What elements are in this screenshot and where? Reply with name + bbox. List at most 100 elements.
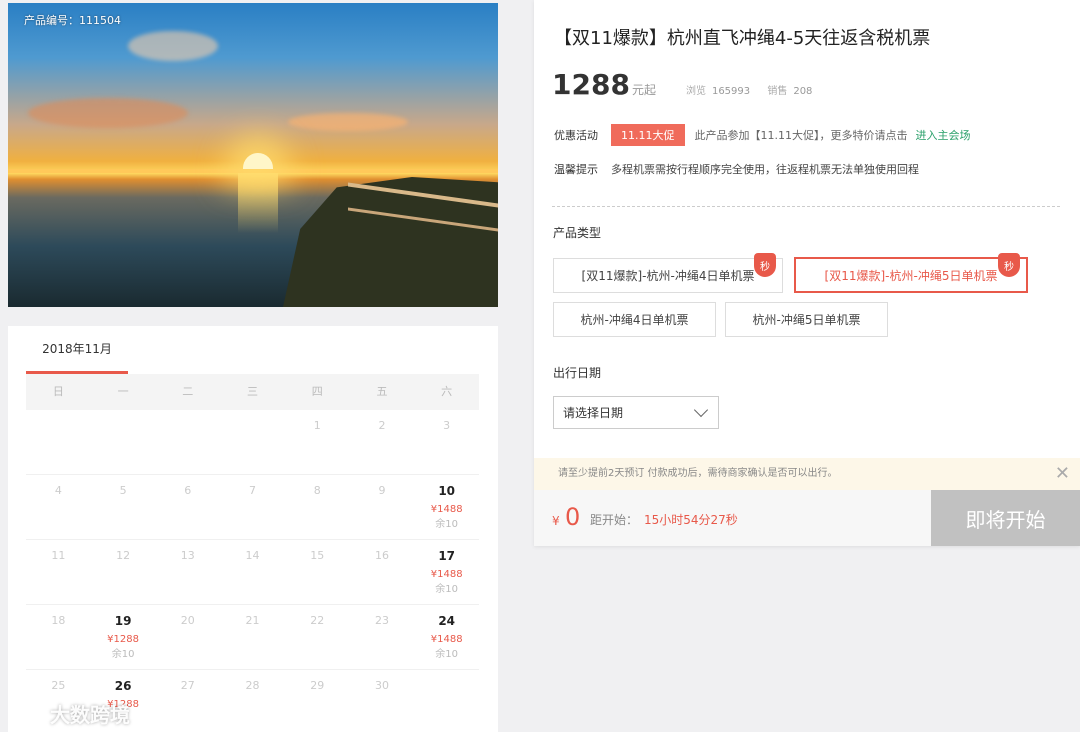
calendar-day: 14 <box>220 540 285 604</box>
promo-badge: 11.11大促 <box>611 124 685 146</box>
type-option-2[interactable]: [双11爆款]-杭州-冲绳5日单机票 秒 <box>794 253 1028 293</box>
weekday-wed: 三 <box>247 385 259 398</box>
calendar-day: 28 <box>220 670 285 732</box>
type-label: 产品类型 <box>553 226 602 240</box>
calendar-day: 4 <box>26 475 91 539</box>
day-price: ¥1488 <box>430 569 463 580</box>
day-number: 18 <box>51 614 66 627</box>
calendar-day: 18 <box>26 605 91 669</box>
countdown-label: 距开始： <box>590 513 639 527</box>
date-label: 出行日期 <box>553 366 602 380</box>
countdown-timer: 15小时54分27秒 <box>644 513 738 527</box>
day-number: 30 <box>374 679 389 692</box>
type-option-3[interactable]: 杭州-冲绳4日单机票 <box>553 302 716 337</box>
day-number: 6 <box>184 484 192 497</box>
weekday-header: 日 一 二 三 四 五 六 <box>26 374 479 410</box>
day-number <box>155 419 220 435</box>
day-number: 11 <box>51 549 66 562</box>
views-label: 浏览 <box>685 86 706 97</box>
calendar-day: 8 <box>285 475 350 539</box>
product-title: 【双11爆款】杭州直飞冲绳4-5天往返含税机票 <box>554 28 931 49</box>
calendar: 2018年11月 日 一 二 三 四 五 六 1 2 3 4 5 6 7 8 9 10 ¥1488 余… <box>8 326 498 732</box>
day-price: ¥1488 <box>430 504 463 515</box>
day-number: 23 <box>374 614 389 627</box>
day-number: 7 <box>249 484 257 497</box>
day-number: 5 <box>119 484 127 497</box>
day-number: 4 <box>54 484 62 497</box>
weekday-tue: 二 <box>182 385 194 398</box>
divider <box>552 206 1060 207</box>
notice-bar: 请至少提前2天预订 付款成功后，需待商家确认是否可以出行。 ✕ <box>534 458 1080 490</box>
day-number: 8 <box>313 484 321 497</box>
currency-symbol: ¥ <box>552 514 560 528</box>
weekday-sun: 日 <box>52 385 64 398</box>
coming-soon-button[interactable]: 即将开始 <box>931 490 1080 546</box>
price-row: 1288 元起 浏览 165993 销售 208 <box>552 68 826 101</box>
day-remaining: 余10 <box>435 649 459 660</box>
day-number: 29 <box>310 679 325 692</box>
chevron-down-icon <box>693 402 709 418</box>
day-number: 17 <box>438 549 456 563</box>
tip-row: 温馨提示 多程机票需按行程顺序完全使用，往返程机票无法单独使用回程 <box>554 161 919 177</box>
promo-link[interactable]: 进入主会场 <box>916 127 971 143</box>
watermark: 大数跨境 <box>10 699 130 728</box>
calendar-day <box>26 410 91 474</box>
day-remaining: 余10 <box>111 649 135 660</box>
calendar-day <box>91 410 156 474</box>
calendar-week-row: 4 5 6 7 8 9 10 ¥1488 余10 <box>26 475 479 540</box>
price-unit: 元起 <box>631 83 656 97</box>
day-number: 14 <box>245 549 260 562</box>
cloud <box>28 98 188 128</box>
day-number: 22 <box>310 614 325 627</box>
day-number: 2 <box>378 419 386 432</box>
calendar-day: 1 <box>285 410 350 474</box>
date-select-value: 请选择日期 <box>563 406 624 420</box>
stats: 浏览 165993 销售 208 <box>686 82 826 97</box>
sea-glow <box>238 173 278 233</box>
cloud <box>288 113 408 131</box>
calendar-day: 3 <box>414 410 479 474</box>
day-number: 15 <box>310 549 325 562</box>
calendar-day: 22 <box>285 605 350 669</box>
watermark-logo-icon <box>10 701 44 726</box>
weekday-fri: 五 <box>376 385 388 398</box>
watermark-text: 大数跨境 <box>50 703 130 727</box>
calendar-day[interactable]: 19 ¥1288 余10 <box>91 605 156 669</box>
day-number: 10 <box>438 484 456 498</box>
product-panel: 【双11爆款】杭州直飞冲绳4-5天往返含税机票 1288 元起 浏览 165993… <box>534 0 1080 546</box>
type-option-4[interactable]: 杭州-冲绳5日单机票 <box>725 302 888 337</box>
day-number <box>220 419 285 435</box>
type-option-label: 杭州-冲绳5日单机票 <box>752 313 861 327</box>
type-option-1[interactable]: [双11爆款]-杭州-冲绳4日单机票 秒 <box>553 253 783 293</box>
day-number: 27 <box>180 679 195 692</box>
day-number: 9 <box>378 484 386 497</box>
day-number <box>26 419 91 435</box>
calendar-day <box>220 410 285 474</box>
promo-row: 优惠活动 11.11大促 此产品参加【11.11大促】，更多特价请点击 进入主会… <box>554 124 971 146</box>
calendar-day: 29 <box>285 670 350 732</box>
day-number: 19 <box>114 614 132 628</box>
day-number: 12 <box>116 549 131 562</box>
calendar-day: 21 <box>220 605 285 669</box>
amount: 0 <box>565 503 581 531</box>
calendar-day: 9 <box>350 475 415 539</box>
month-tab[interactable]: 2018年11月 <box>26 326 128 374</box>
date-select[interactable]: 请选择日期 <box>553 396 719 429</box>
tip-label: 温馨提示 <box>554 163 598 176</box>
flash-sale-badge: 秒 <box>998 253 1020 277</box>
calendar-day: 30 <box>350 670 415 732</box>
day-number <box>414 679 479 695</box>
calendar-day: 20 <box>155 605 220 669</box>
day-number: 20 <box>180 614 195 627</box>
type-option-label: 杭州-冲绳4日单机票 <box>580 313 689 327</box>
calendar-day: 11 <box>26 540 91 604</box>
calendar-day: 12 <box>91 540 156 604</box>
calendar-day[interactable]: 24 ¥1488 余10 <box>414 605 479 669</box>
calendar-day[interactable]: 17 ¥1488 余10 <box>414 540 479 604</box>
sales-label: 销售 <box>767 86 788 97</box>
calendar-day: 16 <box>350 540 415 604</box>
day-number: 13 <box>180 549 195 562</box>
product-code-label: 产品编号：111504 <box>24 14 121 27</box>
calendar-day[interactable]: 10 ¥1488 余10 <box>414 475 479 539</box>
close-icon[interactable]: ✕ <box>1055 458 1070 490</box>
